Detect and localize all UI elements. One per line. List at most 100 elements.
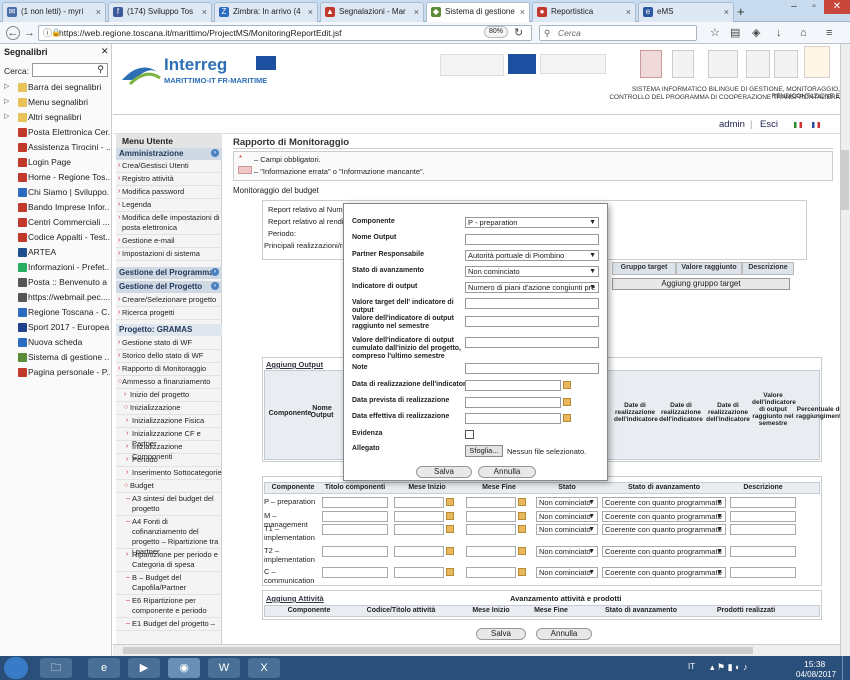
nome-output-input[interactable] — [465, 234, 599, 245]
avanzamento-select[interactable]: Coerente con quanto programmato ▼ — [602, 546, 726, 557]
bookmark-item[interactable]: Assistenza Tirocini - ... — [2, 140, 110, 154]
browser-tab[interactable]: ✉ (1 non letti) - myri × — [2, 2, 106, 22]
mese-fine-input[interactable] — [466, 567, 516, 578]
bookmark-item[interactable]: Bando Imprese Infor... — [2, 200, 110, 214]
bookmark-folder[interactable]: ▷ Menu segnalibri — [2, 95, 110, 109]
add-group-target-button[interactable]: Aggiung gruppo target — [612, 278, 790, 290]
excel-icon[interactable]: X — [248, 658, 280, 678]
tray-icons[interactable]: ▴ ⚑ ▮ ◐ ♪ — [710, 662, 747, 673]
stato-select[interactable]: Non cominciato ▼ — [536, 524, 598, 535]
mese-inizio-input[interactable] — [394, 497, 444, 508]
menu-item[interactable]: › Modifica password — [116, 187, 222, 199]
bookmark-item[interactable]: Codice Appalti - Test... — [2, 230, 110, 244]
dialog-save-button[interactable]: Salva — [416, 466, 472, 478]
stato-select[interactable]: Non cominciato ▼ — [465, 266, 599, 277]
explorer-icon[interactable]: 🗀 — [40, 658, 72, 678]
menu-item[interactable]: › Periodo — [116, 455, 222, 467]
maximize-icon[interactable]: ▫ — [804, 0, 824, 14]
bookmark-item[interactable]: Home - Regione Tos... — [2, 170, 110, 184]
avanzamento-select[interactable]: Coerente con quanto programmato ▼ — [602, 567, 726, 578]
calendar-icon[interactable] — [563, 398, 571, 406]
calendar-icon[interactable] — [518, 568, 526, 576]
url-bar[interactable]: ⓘ 🔒 https://web.regione.toscana.it/marit… — [38, 25, 532, 41]
calendar-icon[interactable] — [563, 414, 571, 422]
menu-item[interactable]: › Ricerca progetti — [116, 308, 222, 320]
note-input[interactable] — [465, 363, 599, 374]
expand-icon[interactable]: ▷ — [4, 80, 9, 94]
bookmark-folder[interactable]: ▷ Altri segnalibri — [2, 110, 110, 124]
expand-icon[interactable]: › — [211, 268, 219, 276]
expand-icon[interactable]: ▷ — [4, 95, 9, 109]
menu-item[interactable]: – E1 Budget del progetto – — [116, 619, 222, 631]
calendar-icon[interactable] — [518, 525, 526, 533]
clock-time[interactable]: 15:38 — [804, 659, 825, 669]
menu-icon[interactable]: ≡ — [826, 26, 832, 40]
cumulato-input[interactable] — [465, 337, 599, 348]
browser-tab[interactable]: e eMS × — [638, 2, 734, 22]
stato-select[interactable]: Non cominciato ▼ — [536, 546, 598, 557]
download-icon[interactable]: ↓ — [776, 26, 782, 40]
word-icon[interactable]: W — [208, 658, 240, 678]
new-tab-icon[interactable]: + — [737, 4, 745, 19]
data-effettiva-input[interactable] — [465, 413, 561, 424]
menu-item[interactable]: – A4 Fonti di cofinanziamento del progett… — [116, 517, 222, 556]
bookmark-item[interactable]: Login Page — [2, 155, 110, 169]
bookmark-item[interactable]: https://webmail.pec.... — [2, 290, 110, 304]
zoom-indicator[interactable]: 80% — [484, 26, 508, 38]
descrizione-input[interactable] — [730, 511, 796, 522]
calendar-icon[interactable] — [563, 381, 571, 389]
bookmark-item[interactable]: Nuova scheda — [2, 335, 110, 349]
descrizione-input[interactable] — [730, 524, 796, 535]
evidenza-checkbox[interactable] — [465, 430, 474, 439]
menu-item[interactable]: › Gestione stato di WF — [116, 338, 222, 350]
menu-item[interactable]: ○ Ammesso a finanziamento — [116, 377, 222, 389]
scrollbar-thumb[interactable] — [123, 647, 753, 654]
internet-explorer-icon[interactable]: e — [88, 658, 120, 678]
browser-tab[interactable]: ● Reportistica × — [532, 2, 636, 22]
horizontal-scrollbar[interactable] — [113, 644, 840, 656]
menu-item[interactable]: – A3 sintesi del budget del progetto — [116, 494, 222, 516]
close-sidebar-icon[interactable]: ✕ — [101, 46, 109, 57]
descrizione-input[interactable] — [730, 567, 796, 578]
menu-section-admin[interactable]: Amministrazione › — [116, 148, 222, 160]
menu-item[interactable]: › Inserimento Sottocategorie — [116, 468, 222, 480]
page-save-button[interactable]: Salva — [476, 628, 526, 640]
browse-button[interactable]: Sfoglia... — [465, 445, 503, 457]
mese-inizio-input[interactable] — [394, 546, 444, 557]
menu-item[interactable]: ○ Budget — [116, 481, 222, 493]
menu-item[interactable]: – E6 Ripartizione per componente e period… — [116, 596, 222, 618]
minimize-icon[interactable]: – — [784, 0, 804, 14]
descrizione-input[interactable] — [730, 546, 796, 557]
calendar-icon[interactable] — [446, 547, 454, 555]
mese-fine-input[interactable] — [466, 546, 516, 557]
menu-item[interactable]: › Registro attività — [116, 174, 222, 186]
menu-item[interactable]: › Modifica delle impostazioni di posta el… — [116, 213, 222, 235]
calendar-icon[interactable] — [518, 547, 526, 555]
french-flag-icon[interactable] — [812, 122, 820, 128]
mese-fine-input[interactable] — [466, 524, 516, 535]
forward-icon[interactable]: → — [24, 26, 35, 40]
menu-item[interactable]: › Impostazioni di sistema — [116, 249, 222, 261]
back-icon[interactable]: ← — [6, 26, 20, 40]
bookmark-item[interactable]: Informazioni - Prefet... — [2, 260, 110, 274]
dialog-cancel-button[interactable]: Annulla — [478, 466, 536, 478]
menu-section-progetto[interactable]: Gestione del Progetto › — [116, 281, 222, 293]
mese-inizio-input[interactable] — [394, 524, 444, 535]
mese-fine-input[interactable] — [466, 511, 516, 522]
close-window-icon[interactable]: ✕ — [824, 0, 850, 14]
add-activity-link[interactable]: Aggiung Attività — [266, 594, 324, 603]
browser-tab[interactable]: Z Zimbra: In arrivo (4 × — [214, 2, 318, 22]
titolo-input[interactable] — [322, 497, 388, 508]
home-icon[interactable]: ⌂ — [800, 26, 807, 40]
bookmark-item[interactable]: Regione Toscana - C... — [2, 305, 110, 319]
language-indicator[interactable]: IT — [688, 662, 695, 671]
data-prevista-input[interactable] — [465, 397, 561, 408]
menu-item[interactable]: › Inizio del progetto — [116, 390, 222, 402]
bookmark-item[interactable]: Centri Commerciali ... — [2, 215, 110, 229]
add-output-link[interactable]: Aggiung Output — [266, 360, 323, 369]
close-tab-icon[interactable]: × — [202, 3, 207, 21]
logout-link[interactable]: Esci — [760, 119, 778, 130]
raggiunto-input[interactable] — [465, 316, 599, 327]
browser-tab[interactable]: f (174) Sviluppo Tos × — [108, 2, 212, 22]
menu-item[interactable]: › Rapporto di Monitoraggio — [116, 364, 222, 376]
